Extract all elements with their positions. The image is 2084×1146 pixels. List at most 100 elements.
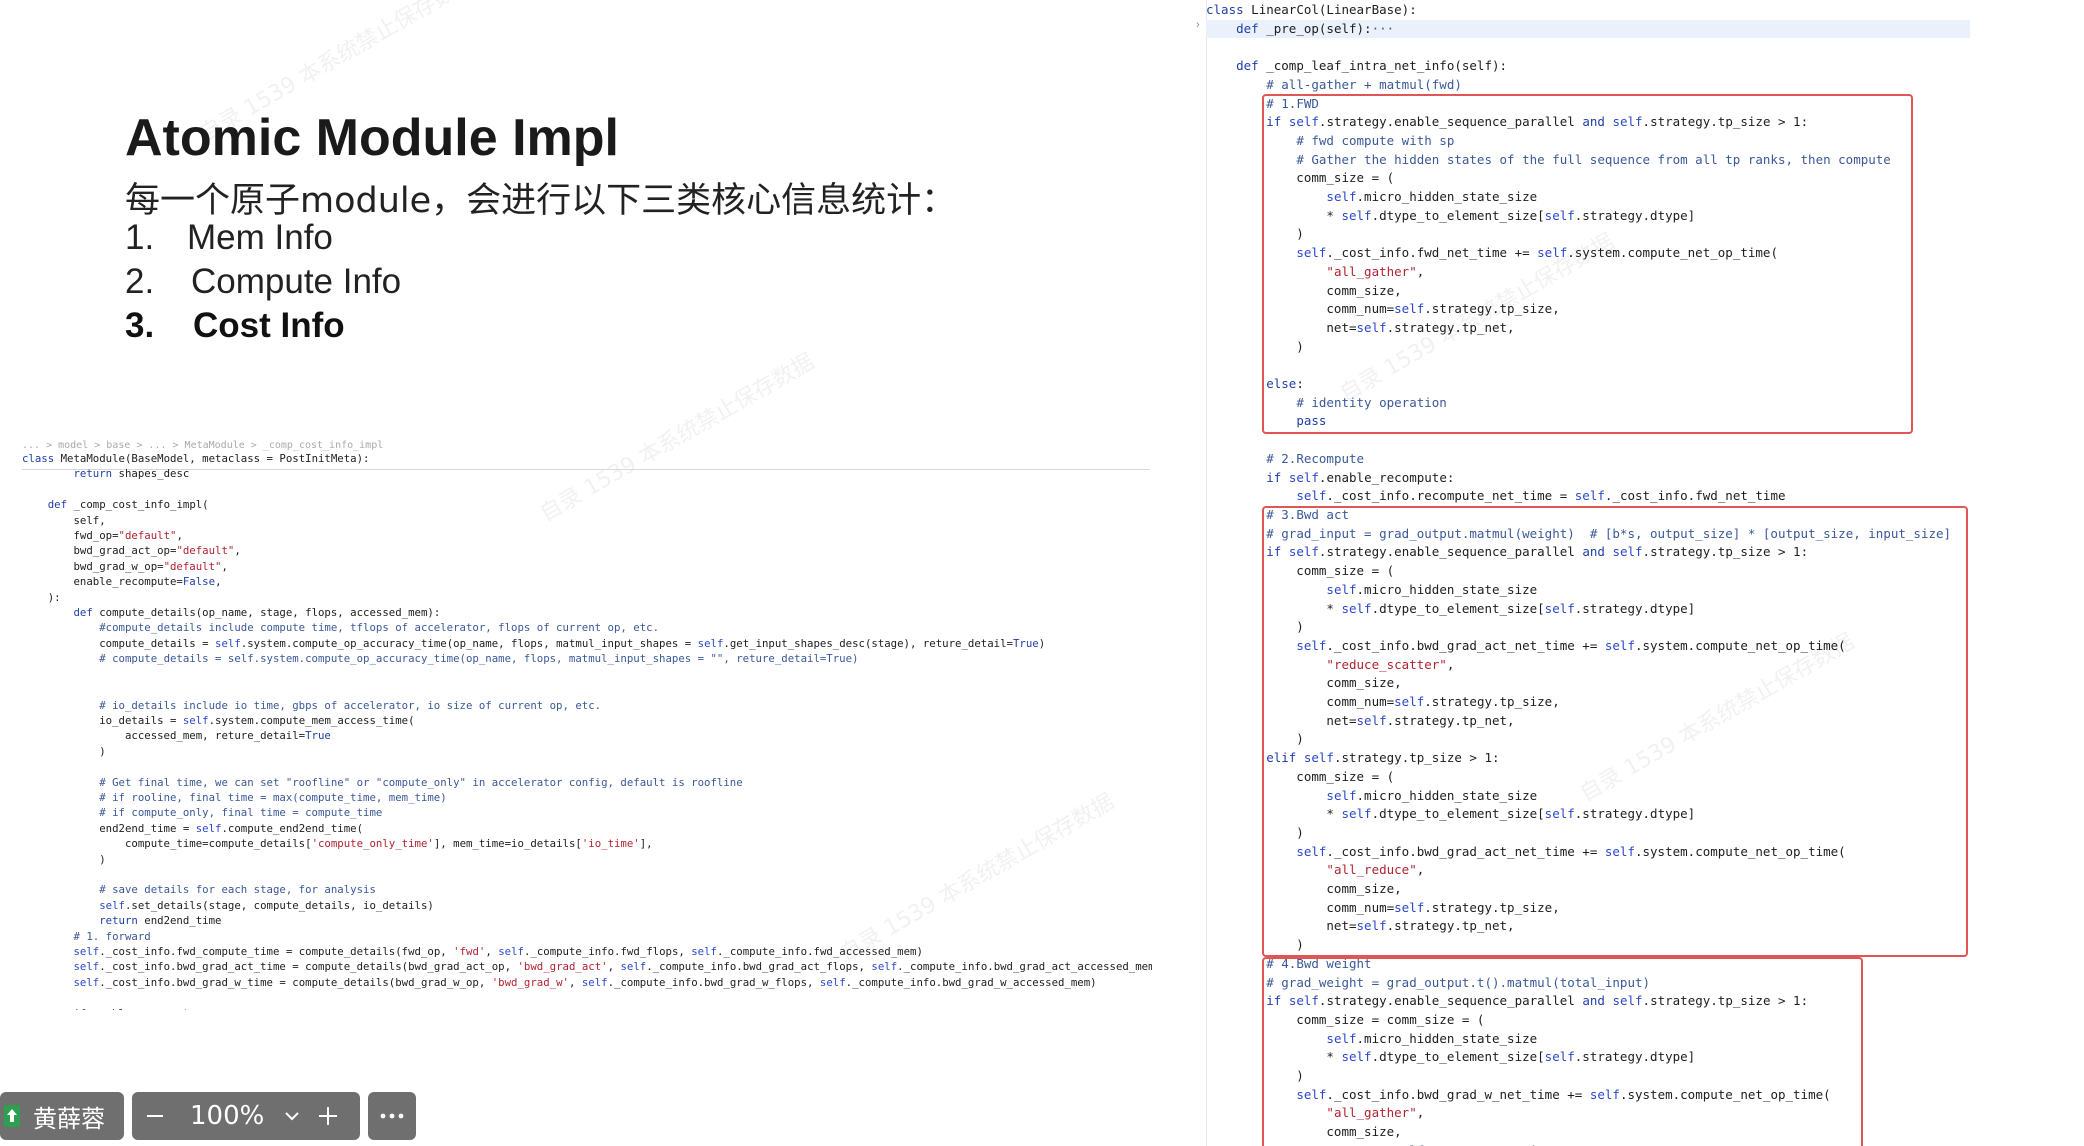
- code-token: 'bwd_grad_act': [517, 960, 608, 974]
- list-item-text: Mem Info: [187, 218, 333, 257]
- code-line: class MetaModule(BaseModel, metaclass = …: [22, 451, 1152, 466]
- code-token: ):: [22, 590, 61, 604]
- code-token: False: [182, 575, 216, 589]
- code-token: # 2.Recompute: [1266, 450, 1365, 466]
- code-token: ···: [1371, 20, 1395, 36]
- code-token: _pre_op(self):: [1258, 20, 1372, 36]
- code-token: # compute_details = self.system.compute_…: [99, 652, 859, 666]
- code-line: def _pre_op(self):···: [1206, 20, 1951, 39]
- code-token: self: [1574, 488, 1605, 504]
- code-token: self: [99, 898, 125, 912]
- code-line: # save details for each stage, for analy…: [22, 882, 1152, 897]
- code-line: compute_details = self.system.compute_op…: [22, 636, 1152, 651]
- code-token: self: [73, 945, 100, 958]
- code-token: .set_details(stage, compute_details, io_…: [124, 898, 434, 912]
- code-token: self: [73, 960, 100, 974]
- code-line: # io_details include io time, gbps of ac…: [22, 698, 1152, 713]
- code-token: .enable_recompute:: [1318, 469, 1455, 485]
- code-token: 'io_time': [581, 837, 640, 851]
- code-token: ._compute_info.bwd_grad_w_flops,: [607, 975, 820, 989]
- code-token: MetaModule(BaseModel, metaclass = PostIn…: [54, 452, 370, 465]
- code-token: self: [1288, 469, 1319, 485]
- code-token: ._cost_info.bwd_grad_w_time = compute_de…: [99, 975, 492, 989]
- code-line: # 2.Recompute: [1206, 450, 1951, 469]
- code-line: enable_recompute=False,: [22, 574, 1152, 589]
- code-token: class: [22, 452, 55, 465]
- zoom-control: 100%: [132, 1092, 360, 1140]
- more-options-button[interactable]: [368, 1092, 416, 1140]
- code-token: io_details =: [22, 713, 183, 727]
- code-token: _comp_cost_info_impl(: [67, 498, 209, 512]
- code-token: self: [195, 821, 222, 835]
- code-line: end2end_time = self.compute_end2end_time…: [22, 821, 1152, 836]
- code-token: "default": [118, 529, 177, 543]
- code-token: ,: [215, 575, 222, 589]
- zoom-out-button[interactable]: [132, 1092, 178, 1140]
- code-token: self: [697, 636, 724, 650]
- code-token: self: [581, 975, 608, 989]
- code-line: def _comp_leaf_intra_net_info(self):: [1206, 57, 1951, 76]
- code-token: 'fwd': [453, 945, 486, 958]
- code-token: bwd_grad_w_op=: [22, 559, 164, 573]
- fold-chevron-icon[interactable]: ›: [1196, 19, 1200, 31]
- code-token: .system.compute_mem_access_time(: [208, 713, 415, 727]
- code-token: ._cost_info.fwd_net_time: [1604, 488, 1786, 504]
- code-token: ._cost_info.recompute_net_time =: [1326, 488, 1575, 504]
- list-item-number: 3.: [125, 306, 155, 345]
- user-chip[interactable]: 黄薛蓉: [0, 1092, 124, 1140]
- code-line: #compute_details include compute time, t…: [22, 620, 1152, 635]
- code-line: # compute_details = self.system.compute_…: [22, 651, 1152, 666]
- plus-icon: [319, 1107, 338, 1125]
- list-item-text: Cost Info: [193, 306, 345, 345]
- code-token: # io_details include io time, gbps of ac…: [99, 698, 602, 712]
- code-token: .compute_end2end_time(: [221, 821, 364, 835]
- code-line: if self.enable_recompute:: [1206, 469, 1951, 488]
- code-token: ._compute_info.bwd_grad_act_accessed_mem…: [897, 960, 1152, 974]
- zoom-dropdown-button[interactable]: [274, 1092, 310, 1140]
- code-line: ): [22, 852, 1152, 867]
- code-token: ._compute_info.fwd_accessed_mem): [717, 945, 923, 958]
- code-line: return shapes_desc: [22, 466, 1152, 481]
- code-token: .system.compute_op_accuracy_time(op_name…: [240, 636, 698, 650]
- list-item-number: 2.: [125, 262, 155, 301]
- highlight-box-fwd: [1262, 94, 1913, 434]
- code-token: return: [99, 914, 138, 928]
- zoom-in-button[interactable]: [310, 1092, 346, 1140]
- list-item-text: Compute Info: [191, 262, 402, 301]
- list-item-number: 1.: [125, 218, 155, 257]
- code-token: ,: [568, 975, 582, 989]
- code-token: bwd_grad_act_op=: [22, 544, 177, 558]
- code-token: accessed_mem, reture_detail=: [22, 729, 306, 743]
- code-line: class LinearCol(LinearBase):: [1206, 1, 1951, 20]
- code-line: bwd_grad_w_op="default",: [22, 559, 1152, 574]
- code-token: end2end_time =: [22, 821, 196, 835]
- code-token: ,: [607, 960, 621, 974]
- code-token: def: [73, 606, 93, 620]
- code-token: ._cost_info.bwd_grad_act_time = compute_…: [99, 960, 518, 974]
- code-line: # Get final time, we can set "roofline" …: [22, 775, 1152, 790]
- code-token: compute_details(op_name, stage, flops, a…: [92, 606, 441, 620]
- code-token: # save details for each stage, for analy…: [99, 883, 376, 897]
- code-token: "default": [163, 559, 222, 573]
- code-token: self: [691, 945, 717, 958]
- code-token: end2end_time: [137, 914, 222, 928]
- minus-icon: [147, 1115, 163, 1117]
- code-line: bwd_grad_act_op="default",: [22, 543, 1152, 558]
- code-line: self._cost_info.bwd_grad_act_time = comp…: [22, 959, 1152, 974]
